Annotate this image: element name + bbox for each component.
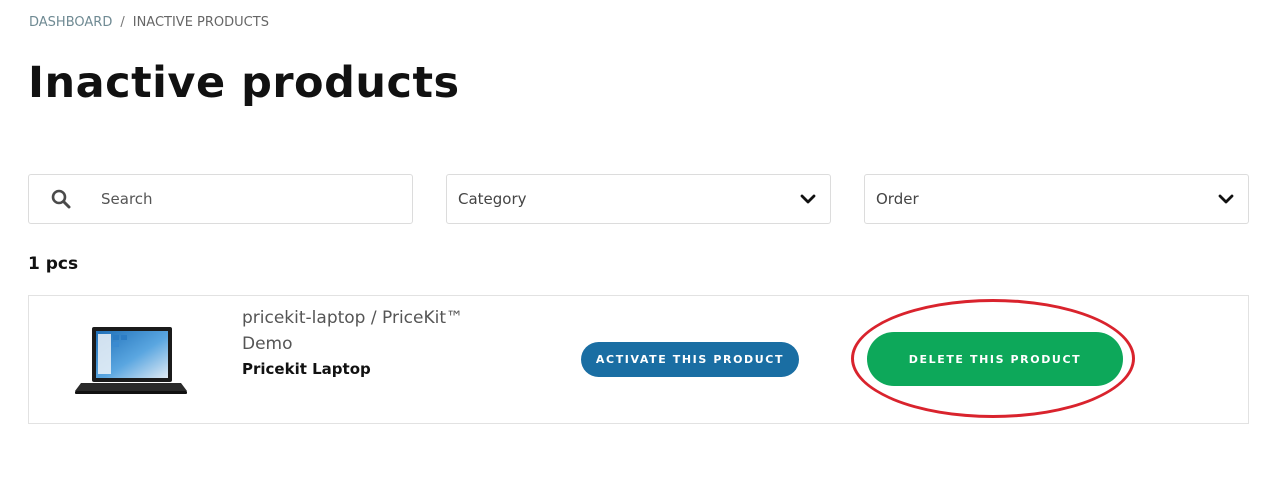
activate-product-button[interactable]: ACTIVATE THIS PRODUCT <box>581 342 799 377</box>
chevron-down-icon <box>786 194 830 204</box>
page: DASHBOARD / INACTIVE PRODUCTS Inactive p… <box>0 0 1280 484</box>
breadcrumb-current: INACTIVE PRODUCTS <box>132 15 269 30</box>
product-subtitle: Pricekit Laptop <box>242 360 371 378</box>
laptop-thumbnail <box>75 325 187 395</box>
product-card: pricekit-laptop / PriceKit™ Demo Priceki… <box>28 295 1249 424</box>
delete-product-button[interactable]: DELETE THIS PRODUCT <box>867 332 1123 386</box>
breadcrumb: DASHBOARD / INACTIVE PRODUCTS <box>29 15 269 30</box>
search-icon <box>29 189 93 209</box>
breadcrumb-separator: / <box>120 15 125 30</box>
page-title: Inactive products <box>28 58 460 108</box>
order-select-value: Order <box>876 190 919 208</box>
product-name[interactable]: pricekit-laptop / PriceKit™ Demo <box>242 305 492 357</box>
breadcrumb-dashboard-link[interactable]: DASHBOARD <box>29 15 112 30</box>
search-box[interactable] <box>28 174 413 224</box>
order-select[interactable]: Order <box>864 174 1249 224</box>
chevron-down-icon <box>1204 194 1248 204</box>
product-info: pricekit-laptop / PriceKit™ Demo Priceki… <box>242 305 492 378</box>
result-count: 1 pcs <box>28 254 79 274</box>
search-input[interactable] <box>101 190 391 208</box>
category-select-value: Category <box>458 190 527 208</box>
category-select[interactable]: Category <box>446 174 831 224</box>
